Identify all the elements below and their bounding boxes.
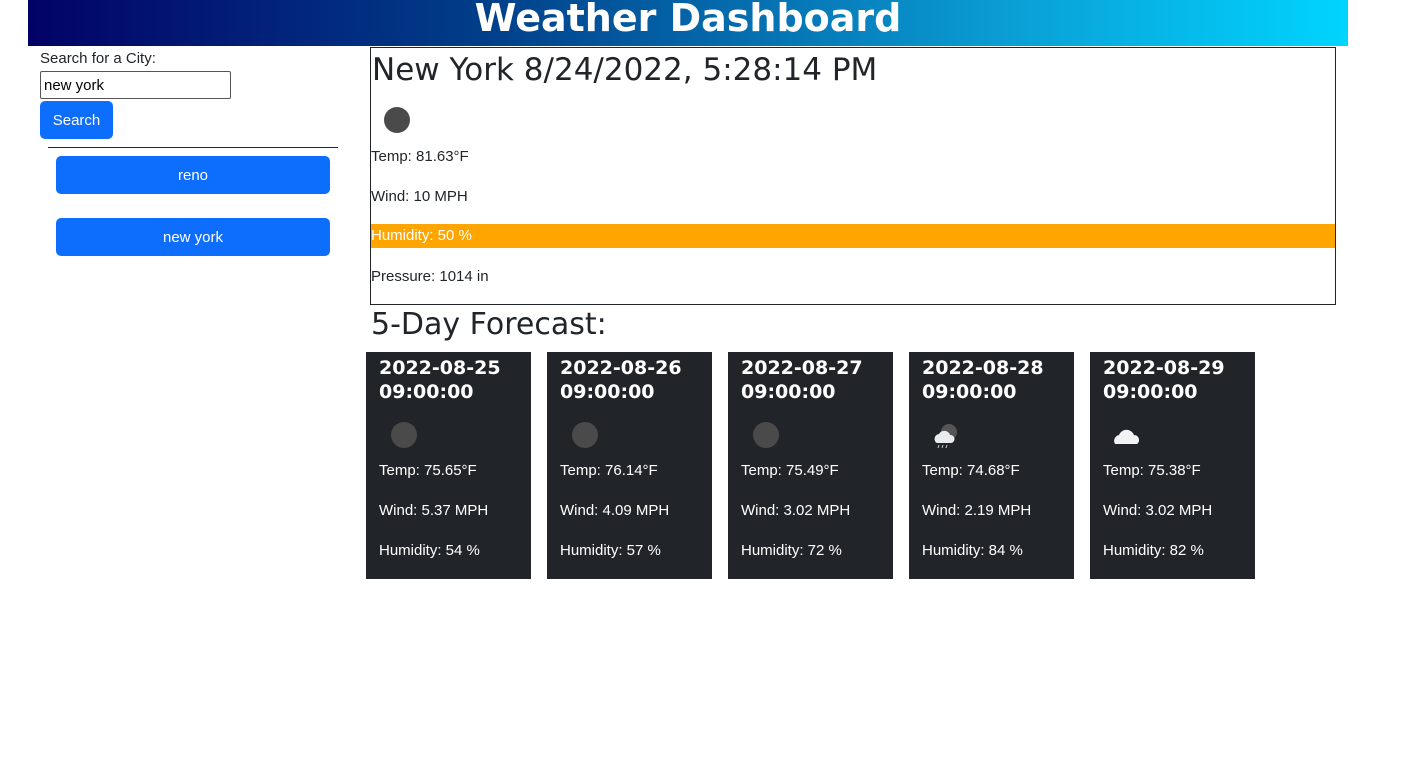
forecast-date: 2022-08-25 09:00:00 [379, 357, 501, 403]
moon-icon [384, 107, 410, 133]
current-temp: Temp: 81.63°F [371, 148, 469, 165]
history-button-new-york[interactable]: new york [56, 218, 330, 256]
forecast-temp: Temp: 75.38°F [1103, 462, 1201, 479]
forecast-date: 2022-08-27 09:00:00 [741, 357, 863, 403]
forecast-wind: Wind: 2.19 MPH [922, 502, 1032, 519]
forecast-humidity: Humidity: 84 % [922, 542, 1023, 559]
moon-icon [753, 422, 779, 448]
page-header: Weather Dashboard [28, 0, 1348, 46]
forecast-card: 2022-08-29 09:00:00 Temp: 75.38°F Wind: … [1090, 352, 1255, 579]
forecast-humidity: Humidity: 57 % [560, 542, 661, 559]
forecast-temp: Temp: 76.14°F [560, 462, 658, 479]
forecast-temp: Temp: 75.65°F [379, 462, 477, 479]
city-search-input[interactable] [40, 71, 231, 99]
forecast-wind: Wind: 5.37 MPH [379, 502, 489, 519]
forecast-date: 2022-08-29 09:00:00 [1103, 357, 1225, 403]
forecast-card: 2022-08-25 09:00:00 Temp: 75.65°F Wind: … [366, 352, 531, 579]
search-button[interactable]: Search [40, 101, 113, 139]
current-city-title: New York 8/24/2022, 5:28:14 PM [372, 52, 878, 88]
moon-icon [572, 422, 598, 448]
forecast-wind: Wind: 3.02 MPH [1103, 502, 1213, 519]
forecast-wind: Wind: 3.02 MPH [741, 502, 851, 519]
page-title: Weather Dashboard [474, 0, 902, 40]
moon-icon [391, 422, 417, 448]
cloud-icon [1110, 422, 1139, 448]
forecast-card: 2022-08-26 09:00:00 Temp: 76.14°F Wind: … [547, 352, 712, 579]
forecast-humidity: Humidity: 82 % [1103, 542, 1204, 559]
forecast-wind: Wind: 4.09 MPH [560, 502, 670, 519]
current-pressure: Pressure: 1014 in [371, 268, 489, 285]
forecast-title: 5-Day Forecast: [371, 307, 607, 342]
forecast-temp: Temp: 74.68°F [922, 462, 1020, 479]
current-weather-panel: New York 8/24/2022, 5:28:14 PM Temp: 81.… [370, 47, 1336, 305]
search-label: Search for a City: [40, 50, 156, 67]
forecast-card: 2022-08-28 09:00:00 Temp: 74.68°F Wind: … [909, 352, 1074, 579]
forecast-humidity: Humidity: 72 % [741, 542, 842, 559]
rain-cloud-moon-icon [929, 422, 957, 449]
forecast-temp: Temp: 75.49°F [741, 462, 839, 479]
forecast-date: 2022-08-26 09:00:00 [560, 357, 682, 403]
current-humidity: Humidity: 50 % [371, 224, 1335, 248]
sidebar-divider [48, 147, 338, 148]
current-wind: Wind: 10 MPH [371, 188, 468, 205]
forecast-card: 2022-08-27 09:00:00 Temp: 75.49°F Wind: … [728, 352, 893, 579]
forecast-humidity: Humidity: 54 % [379, 542, 480, 559]
forecast-date: 2022-08-28 09:00:00 [922, 357, 1044, 403]
history-button-reno[interactable]: reno [56, 156, 330, 194]
